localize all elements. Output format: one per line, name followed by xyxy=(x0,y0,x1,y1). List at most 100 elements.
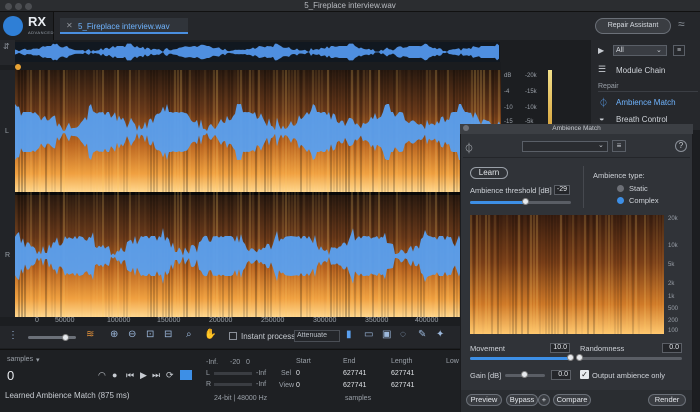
loop-icon[interactable]: ⟳ xyxy=(166,370,174,381)
zoom-in-icon[interactable]: ⊕ xyxy=(110,329,118,340)
record-icon[interactable]: ● xyxy=(112,370,117,380)
help-icon[interactable]: ? xyxy=(675,140,687,152)
instant-process-checkbox[interactable] xyxy=(229,332,237,340)
bypass-add-button[interactable]: + xyxy=(538,394,550,406)
timeline-tick: 100000 xyxy=(107,317,131,324)
zoom-selection-icon[interactable]: ⊡ xyxy=(146,329,154,340)
izotope-logo-icon xyxy=(3,16,23,36)
sel-length[interactable]: 627741 xyxy=(391,370,414,377)
play-icon[interactable]: ▶ xyxy=(140,370,147,381)
col-length: Length xyxy=(391,358,413,365)
brush-tool-icon[interactable]: ✎ xyxy=(418,329,426,340)
skip-back-icon[interactable]: ⏮ xyxy=(126,370,134,381)
db-label: dB xyxy=(504,73,512,79)
view-length[interactable]: 627741 xyxy=(391,382,414,389)
time-selection-icon[interactable]: ▮ xyxy=(346,329,352,340)
freq-label: 100 xyxy=(668,328,679,334)
output-ambience-checkbox[interactable]: ✓ xyxy=(580,370,589,379)
waveform-overview[interactable] xyxy=(15,42,500,62)
threshold-value[interactable]: -29 xyxy=(554,185,570,195)
timeline-tick: 200000 xyxy=(209,317,233,324)
db-label: -4 xyxy=(504,89,510,95)
preset-menu-icon[interactable]: ≡ xyxy=(612,140,626,152)
sidebar-section-repair: Repair xyxy=(598,83,619,90)
gain-value[interactable]: 0.0 xyxy=(551,370,571,380)
freq-label: 20k xyxy=(668,216,678,222)
view-start[interactable]: 0 xyxy=(296,382,300,389)
frequency-selection-icon[interactable]: ▭ xyxy=(364,329,373,340)
lasso-tool-icon[interactable]: ◌ xyxy=(400,329,406,340)
col-low: Low xyxy=(446,358,459,365)
channel-strip xyxy=(0,70,15,317)
units-selector[interactable]: samples xyxy=(7,356,33,363)
footer-units: samples xyxy=(345,395,372,402)
preview-button[interactable]: Preview xyxy=(466,394,502,406)
ambience-type-label: Ambience type: xyxy=(593,171,645,180)
render-button[interactable]: Render xyxy=(648,394,686,406)
overview-collapse[interactable]: ⇵ xyxy=(0,40,15,65)
hand-tool-icon[interactable]: ✋ xyxy=(204,329,216,340)
randomness-value[interactable]: 0.0 xyxy=(662,343,682,353)
sel-end[interactable]: 627741 xyxy=(343,370,366,377)
view-end[interactable]: 627741 xyxy=(343,382,366,389)
waveform-toggle-icon[interactable]: ⋮ xyxy=(8,330,18,341)
instant-process-mode-select[interactable]: Attenuate xyxy=(294,330,340,342)
magic-wand-icon[interactable]: ✦ xyxy=(436,329,444,340)
static-radio[interactable] xyxy=(617,185,624,192)
movement-value[interactable]: 10.0 xyxy=(550,343,570,353)
dialog-close-button[interactable] xyxy=(463,125,469,131)
sidebar-play-icon[interactable]: ▶ xyxy=(598,46,604,55)
sidebar-item-breath-control[interactable]: Breath Control xyxy=(616,115,668,124)
threshold-slider-knob[interactable] xyxy=(521,198,529,205)
collapse-icon[interactable]: ⇵ xyxy=(3,42,10,51)
randomness-slider-knob[interactable] xyxy=(576,354,583,361)
bypass-button[interactable]: Bypass xyxy=(506,394,538,406)
close-tab-icon[interactable]: ✕ xyxy=(66,21,73,30)
units-dropdown-icon[interactable]: ▾ xyxy=(36,356,40,364)
history-status: Learned Ambience Match (875 ms) xyxy=(5,391,130,400)
complex-radio[interactable] xyxy=(617,197,624,204)
headphones-icon[interactable]: ◠ xyxy=(98,370,106,381)
movement-slider-knob[interactable] xyxy=(567,354,574,361)
output-ambience-label: Output ambience only xyxy=(592,371,665,380)
section-divider xyxy=(583,166,584,208)
attenuate-value: Attenuate xyxy=(297,332,327,339)
overview-waveform xyxy=(15,42,500,62)
meter-bar-r xyxy=(214,383,252,386)
learn-button[interactable]: Learn xyxy=(470,167,508,179)
module-menu-icon[interactable]: ≡ xyxy=(673,45,685,56)
module-chain-link[interactable]: Module Chain xyxy=(616,66,665,75)
skip-forward-icon[interactable]: ⏭ xyxy=(152,370,160,381)
opacity-slider-knob[interactable] xyxy=(62,334,69,341)
gain-slider-knob[interactable] xyxy=(521,371,528,378)
meter-channel-r: R xyxy=(206,381,212,388)
sidebar-divider xyxy=(598,91,698,92)
zoom-out-icon[interactable]: ⊖ xyxy=(128,329,136,340)
zoom-tool-icon[interactable]: ⌕ xyxy=(186,329,192,340)
follow-playback-icon[interactable] xyxy=(180,370,192,380)
hz-label: -15k xyxy=(525,89,537,95)
preset-select[interactable] xyxy=(522,141,608,152)
complex-label: Complex xyxy=(629,196,659,205)
randomness-slider[interactable] xyxy=(580,357,682,360)
sel-start[interactable]: 0 xyxy=(296,370,300,377)
time-freq-selection-icon[interactable]: ▣ xyxy=(382,329,391,340)
timeline-ruler: 0 50000 100000 150000 200000 250000 3000… xyxy=(15,317,501,326)
compare-button[interactable]: Compare xyxy=(553,394,591,406)
zoom-fit-icon[interactable]: ⊟ xyxy=(164,329,172,340)
meter-peak-l: -Inf xyxy=(256,370,267,377)
dropdown-chevron-icon[interactable]: ⌄ xyxy=(656,46,662,54)
hz-label: -10k xyxy=(525,105,537,111)
ambience-match-icon: ⏀ xyxy=(599,98,609,108)
timeline-tick: 50000 xyxy=(55,317,75,324)
preset-chevron-icon[interactable]: ⌄ xyxy=(598,141,604,149)
db-label: -10 xyxy=(504,105,513,111)
sidebar-item-ambience-match[interactable]: Ambience Match xyxy=(616,98,676,107)
audio-format: 24-bit | 48000 Hz xyxy=(214,395,268,402)
movement-slider[interactable] xyxy=(470,357,571,360)
spectrogram-view[interactable] xyxy=(15,70,501,317)
waveform-icon[interactable]: ≈ xyxy=(678,17,685,31)
threshold-slider[interactable] xyxy=(470,201,571,204)
repair-assistant-button[interactable]: Repair Assistant xyxy=(595,18,671,34)
spectrogram-settings-icon[interactable]: ≋ xyxy=(86,329,94,340)
